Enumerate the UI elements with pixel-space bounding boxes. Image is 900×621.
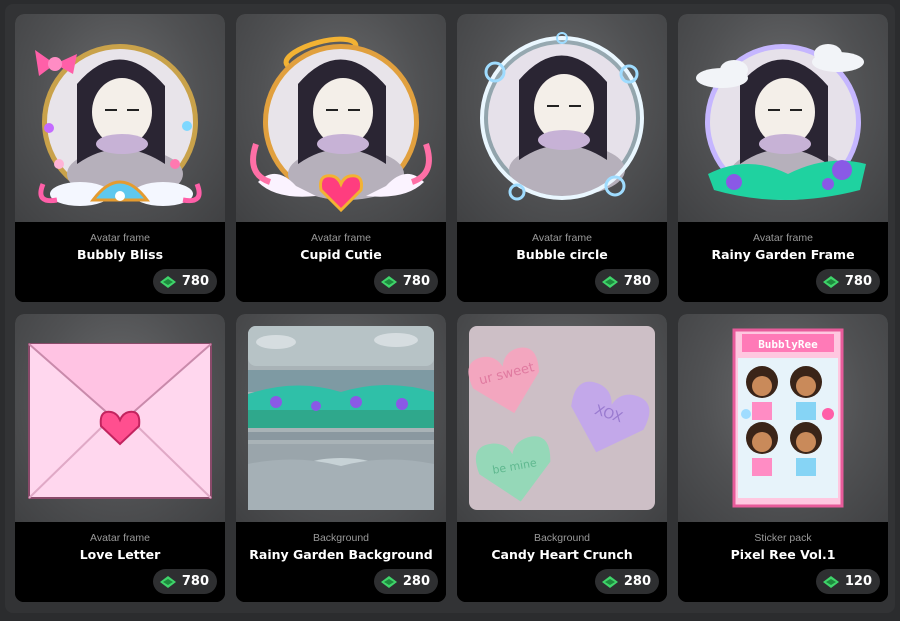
shop-panel: Avatar frame Bubbly Bliss 780 Avatar fra… xyxy=(5,4,895,613)
price-amount: 120 xyxy=(844,574,872,589)
item-info: Avatar frame Cupid Cutie 780 xyxy=(236,222,446,302)
item-thumbnail xyxy=(678,14,888,222)
price-amount: 280 xyxy=(402,574,430,589)
gem-cash-icon xyxy=(159,575,176,588)
price-amount: 780 xyxy=(844,274,872,289)
item-category: Avatar frame xyxy=(90,532,150,544)
gem-cash-icon xyxy=(601,575,618,588)
price-amount: 780 xyxy=(181,574,209,589)
price-badge[interactable]: 780 xyxy=(594,269,659,294)
item-category: Background xyxy=(533,532,591,544)
pixel-ree-sticker-pack-image: BubblyRee xyxy=(732,328,844,508)
svg-text:BubblyRee: BubblyRee xyxy=(758,338,818,351)
gem-cash-icon xyxy=(380,575,397,588)
item-thumbnail xyxy=(236,14,446,222)
item-info: Background Candy Heart Crunch 280 xyxy=(457,522,667,602)
item-name: Cupid Cutie xyxy=(300,247,382,262)
price-badge[interactable]: 780 xyxy=(152,569,217,594)
price-badge[interactable]: 120 xyxy=(815,569,880,594)
item-thumbnail: BubblyRee xyxy=(678,314,888,522)
item-info: Avatar frame Bubbly Bliss 780 xyxy=(15,222,225,302)
item-thumbnail xyxy=(15,314,225,522)
shop-item-card[interactable]: BubblyRee Sticker pack Pixel Ree Vol.1 1… xyxy=(678,314,888,602)
item-thumbnail xyxy=(15,14,225,222)
item-info: Avatar frame Bubble circle 780 xyxy=(457,222,667,302)
item-info: Avatar frame Love Letter 780 xyxy=(15,522,225,602)
item-thumbnail: ur sweet XOX be mine xyxy=(457,314,667,522)
item-name: Candy Heart Crunch xyxy=(491,547,633,562)
price-amount: 780 xyxy=(181,274,209,289)
item-category: Avatar frame xyxy=(532,232,592,244)
price-badge[interactable]: 780 xyxy=(373,269,438,294)
cupid-cutie-frame-image xyxy=(250,36,432,213)
price-badge[interactable]: 280 xyxy=(373,569,438,594)
item-name: Bubbly Bliss xyxy=(76,247,164,262)
shop-item-card[interactable]: Avatar frame Rainy Garden Frame 780 xyxy=(678,14,888,302)
item-name: Rainy Garden Background xyxy=(249,547,433,562)
shop-item-card[interactable]: ur sweet XOX be mine Background Candy He… xyxy=(457,314,667,602)
shop-item-card[interactable]: Avatar frame Cupid Cutie 780 xyxy=(236,14,446,302)
item-name: Rainy Garden Frame xyxy=(711,247,855,262)
price-amount: 780 xyxy=(402,274,430,289)
item-category: Avatar frame xyxy=(311,232,371,244)
item-category: Background xyxy=(312,532,370,544)
item-category: Avatar frame xyxy=(90,232,150,244)
item-thumbnail xyxy=(236,314,446,522)
item-name: Pixel Ree Vol.1 xyxy=(730,547,836,562)
item-name: Love Letter xyxy=(79,547,161,562)
price-badge[interactable]: 780 xyxy=(815,269,880,294)
item-info: Avatar frame Rainy Garden Frame 780 xyxy=(678,222,888,302)
gem-cash-icon xyxy=(822,275,839,288)
bubbly-bliss-frame-image xyxy=(35,44,202,206)
item-info: Sticker pack Pixel Ree Vol.1 120 xyxy=(678,522,888,602)
gem-cash-icon xyxy=(380,275,397,288)
price-amount: 280 xyxy=(623,574,651,589)
gem-cash-icon xyxy=(601,275,618,288)
price-amount: 780 xyxy=(623,274,651,289)
rainy-garden-frame-image xyxy=(696,44,866,200)
rainy-garden-background-image xyxy=(248,326,434,510)
shop-item-card[interactable]: Background Rainy Garden Background 280 xyxy=(236,314,446,602)
price-badge[interactable]: 280 xyxy=(594,569,659,594)
item-name: Bubble circle xyxy=(516,247,608,262)
shop-item-grid: Avatar frame Bubbly Bliss 780 Avatar fra… xyxy=(15,14,888,602)
item-category: Sticker pack xyxy=(754,532,812,544)
bubble-circle-frame-image xyxy=(480,32,644,201)
gem-cash-icon xyxy=(159,275,176,288)
item-info: Background Rainy Garden Background 280 xyxy=(236,522,446,602)
shop-item-card[interactable]: Avatar frame Bubbly Bliss 780 xyxy=(15,14,225,302)
shop-item-card[interactable]: Avatar frame Bubble circle 780 xyxy=(457,14,667,302)
love-letter-envelope-image xyxy=(28,343,212,499)
gem-cash-icon xyxy=(822,575,839,588)
candy-heart-background-image: ur sweet XOX be mine xyxy=(468,326,655,510)
item-category: Avatar frame xyxy=(753,232,813,244)
item-thumbnail xyxy=(457,14,667,222)
price-badge[interactable]: 780 xyxy=(152,269,217,294)
shop-item-card[interactable]: Avatar frame Love Letter 780 xyxy=(15,314,225,602)
